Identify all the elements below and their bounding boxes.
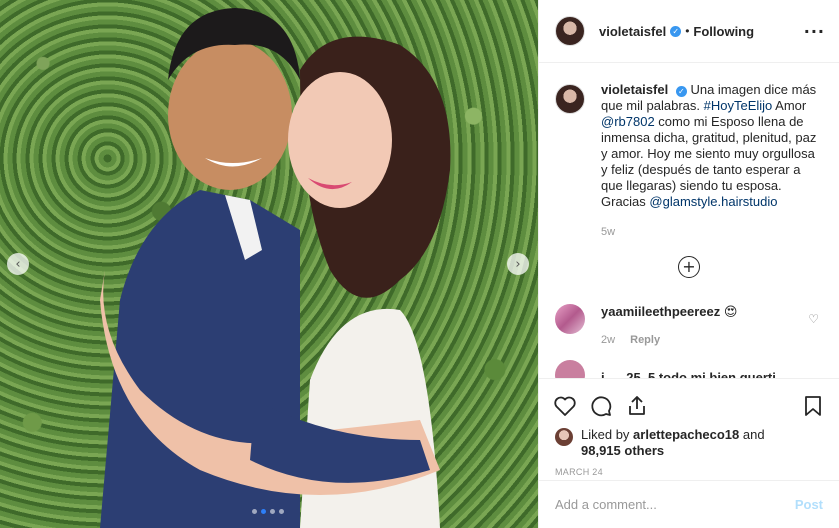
liker-avatar[interactable] bbox=[555, 428, 573, 446]
likes-and: and bbox=[739, 427, 765, 442]
likes-count[interactable]: 98,915 others bbox=[581, 443, 664, 458]
post-comment-button[interactable]: Post bbox=[795, 497, 823, 512]
share-upload-icon[interactable] bbox=[625, 394, 649, 418]
comment-item: yaamiileethpeereez 😍 2w Reply ♡ bbox=[555, 304, 823, 346]
comment-meta: 2w Reply bbox=[601, 334, 737, 346]
verified-badge-icon: ✓ bbox=[675, 86, 687, 97]
caption-text-segment: Amor bbox=[772, 98, 807, 113]
more-options-icon[interactable]: ··· bbox=[804, 22, 825, 41]
caption-text: Una imagen dice más que mil palabras. #H… bbox=[601, 82, 816, 209]
post-header: violetaisfel ✓ • Following ··· bbox=[539, 0, 839, 63]
carousel-dot bbox=[279, 509, 284, 514]
commenter-username[interactable]: yaamiileethpeereez bbox=[601, 304, 720, 319]
comment-text: yaamiileethpeereez 😍 bbox=[601, 304, 737, 320]
carousel-next-button[interactable]: › bbox=[507, 253, 529, 275]
comment-text-partial: i___25_5 todo mi bien querti... bbox=[601, 370, 787, 378]
mention-link[interactable]: @glamstyle.hairstudio bbox=[649, 194, 777, 209]
carousel-indicator bbox=[252, 509, 284, 514]
add-comment-input[interactable] bbox=[555, 497, 795, 512]
carousel-dot bbox=[270, 509, 275, 514]
caption-age: 5w bbox=[601, 226, 616, 238]
comment-bubble-icon[interactable] bbox=[589, 394, 613, 418]
load-more-comments: + bbox=[555, 256, 823, 278]
verified-badge-icon: ✓ bbox=[670, 25, 682, 37]
photo-illustration bbox=[100, 8, 451, 528]
author-avatar[interactable] bbox=[555, 16, 585, 46]
carousel-dot bbox=[252, 509, 257, 514]
post-sidebar: violetaisfel ✓ • Following ··· violetais… bbox=[538, 0, 839, 528]
hashtag-link[interactable]: #HoyTeElijo bbox=[704, 98, 773, 113]
likes-prefix: Liked by bbox=[581, 427, 634, 442]
add-comment-bar: Post bbox=[539, 480, 839, 528]
carousel-dot-active bbox=[261, 509, 266, 514]
likes-text: Liked by arlettepacheco18 and 98,915 oth… bbox=[581, 427, 765, 459]
comment-like-heart-icon[interactable]: ♡ bbox=[808, 312, 819, 326]
caption: violetaisfel ✓ Una imagen dice más que m… bbox=[555, 82, 823, 240]
comment-age: 2w bbox=[601, 334, 616, 346]
post-photo: ‹ › bbox=[0, 0, 538, 528]
likes-summary: Liked by arlettepacheco18 and 98,915 oth… bbox=[539, 423, 839, 459]
header-separator: • bbox=[685, 24, 690, 38]
reply-button[interactable]: Reply bbox=[630, 334, 660, 346]
liker-username[interactable]: arlettepacheco18 bbox=[633, 427, 739, 442]
caption-avatar[interactable] bbox=[555, 84, 585, 114]
comment-body: yaamiileethpeereez 😍 2w Reply bbox=[601, 304, 737, 346]
author-username[interactable]: violetaisfel bbox=[599, 24, 666, 39]
mention-link[interactable]: @rb7802 bbox=[601, 114, 655, 129]
like-heart-icon[interactable] bbox=[553, 394, 577, 418]
caption-body: violetaisfel ✓ Una imagen dice más que m… bbox=[601, 82, 817, 240]
post-date[interactable]: MARCH 24 bbox=[539, 459, 839, 477]
commenter-avatar-partial[interactable] bbox=[555, 360, 585, 378]
following-button[interactable]: Following bbox=[693, 24, 754, 39]
save-bookmark-icon[interactable] bbox=[801, 394, 825, 418]
commenter-avatar[interactable] bbox=[555, 304, 585, 334]
post-actions-area: Liked by arlettepacheco18 and 98,915 oth… bbox=[539, 378, 839, 528]
action-bar bbox=[539, 379, 839, 423]
load-more-comments-icon[interactable]: + bbox=[678, 256, 700, 278]
comment-emoji: 😍 bbox=[723, 305, 738, 320]
caption-username[interactable]: violetaisfel bbox=[601, 82, 668, 97]
carousel-prev-button[interactable]: ‹ bbox=[7, 253, 29, 275]
comments-list[interactable]: violetaisfel ✓ Una imagen dice más que m… bbox=[539, 64, 839, 378]
